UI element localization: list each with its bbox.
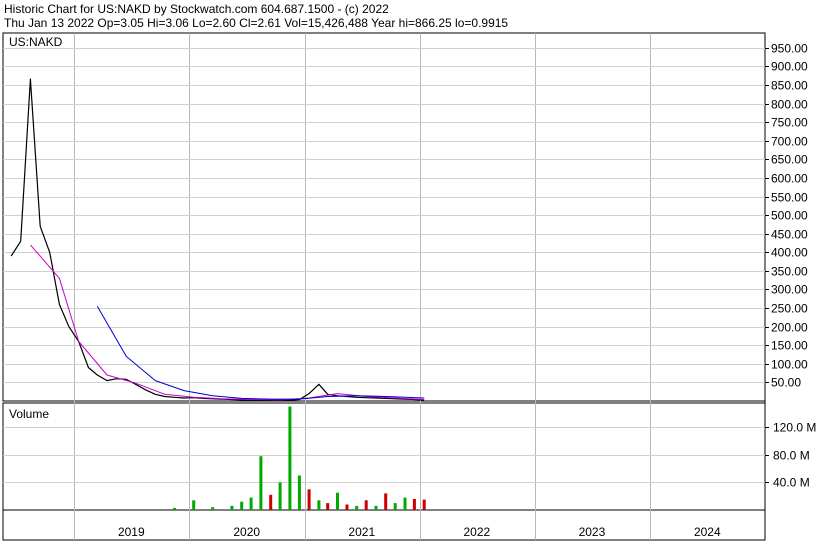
price-tick-label: 50.00	[771, 376, 801, 390]
volume-bar	[307, 489, 311, 510]
volume-tick-label: 120.0 M	[773, 421, 816, 435]
volume-bar	[364, 500, 368, 510]
volume-bar	[393, 503, 397, 510]
volume-bar	[192, 500, 196, 510]
price-tick-label: 800.00	[771, 98, 808, 112]
price-tick-label: 250.00	[771, 302, 808, 316]
x-tick-label: 2024	[694, 525, 721, 539]
volume-bar	[374, 505, 378, 510]
price-panel-title: US:NAKD	[9, 35, 63, 49]
volume-bar	[259, 456, 263, 510]
price-tick-label: 100.00	[771, 358, 808, 372]
volume-bar	[336, 492, 339, 510]
price-tick-label: 500.00	[771, 209, 808, 223]
price-tick-label: 900.00	[771, 60, 808, 74]
chart-canvas: 50.00 100.00 150.00 200.00 250.00 300.00 350.0…	[2, 32, 816, 541]
volume-bar	[326, 503, 330, 510]
price-tick-label: 750.00	[771, 116, 808, 130]
volume-bar	[230, 505, 234, 510]
price-tick-label: 400.00	[771, 246, 808, 260]
volume-tick-label: 40.0 M	[773, 476, 810, 490]
volume-bar	[240, 501, 244, 510]
volume-bar	[297, 475, 301, 510]
volume-bar	[403, 497, 407, 510]
volume-bar	[345, 504, 349, 510]
x-tick-label: 2022	[463, 525, 490, 539]
price-tick-label: 650.00	[771, 153, 808, 167]
volume-tick-label: 80.0 M	[773, 449, 810, 463]
volume-bar	[211, 507, 215, 510]
price-tick-label: 200.00	[771, 321, 808, 335]
x-tick-label: 2023	[579, 525, 606, 539]
volume-bar	[355, 505, 359, 510]
volume-bar	[288, 406, 292, 510]
volume-bar	[412, 499, 416, 510]
volume-bar	[269, 494, 273, 510]
price-tick-label: 850.00	[771, 79, 808, 93]
volume-bar	[249, 497, 253, 510]
x-tick-label: 2019	[118, 525, 145, 539]
price-tick-label: 300.00	[771, 283, 808, 297]
volume-bar	[278, 482, 282, 510]
volume-bar	[317, 500, 321, 510]
x-tick-label: 2020	[233, 525, 260, 539]
price-tick-label: 150.00	[771, 339, 808, 353]
volume-bar	[422, 499, 426, 510]
price-tick-label: 700.00	[771, 135, 808, 149]
price-tick-label: 600.00	[771, 172, 808, 186]
volume-bar	[384, 493, 388, 510]
price-tick-label: 950.00	[771, 42, 808, 56]
price-tick-label: 350.00	[771, 265, 808, 279]
price-tick-label: 550.00	[771, 191, 808, 205]
volume-panel-title: Volume	[9, 407, 49, 421]
x-tick-label: 2021	[348, 525, 375, 539]
price-tick-label: 450.00	[771, 228, 808, 242]
volume-bar	[173, 507, 176, 510]
